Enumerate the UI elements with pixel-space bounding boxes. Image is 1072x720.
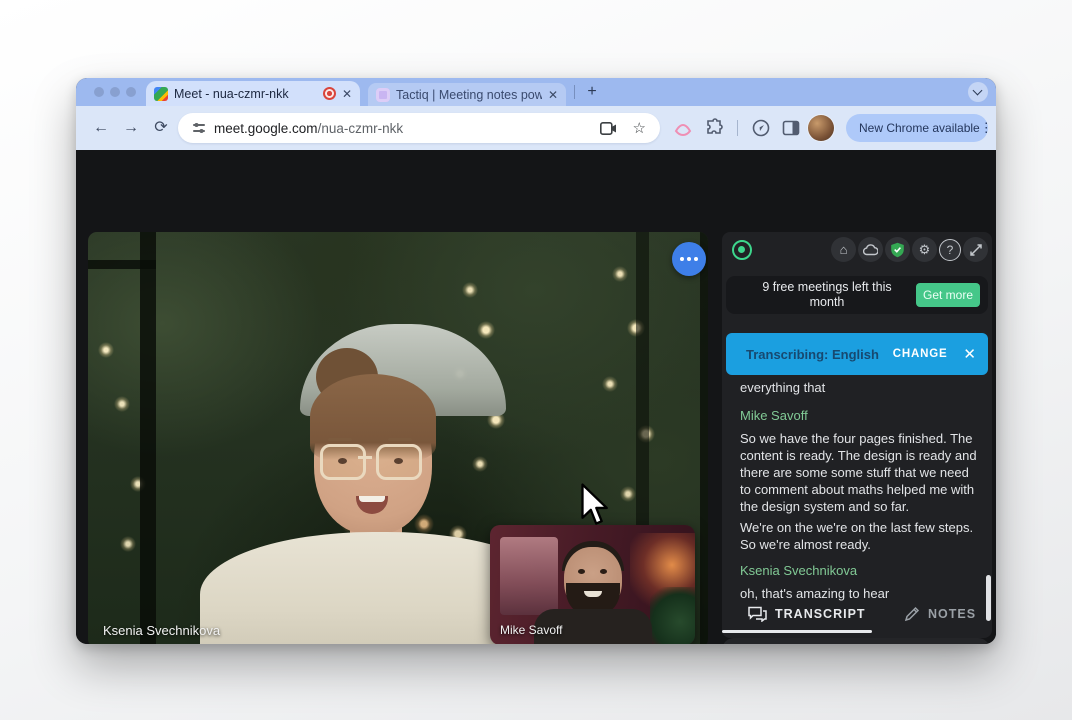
transcript-paragraph: So we have the four pages finished. The … <box>740 430 978 515</box>
tactiq-action-bar <box>722 638 990 644</box>
back-button[interactable]: ← <box>90 117 112 139</box>
scrollbar-thumb[interactable] <box>986 575 991 621</box>
get-more-button[interactable]: Get more <box>916 283 980 307</box>
speaker-name: Ksenia Svechnikova <box>740 563 978 578</box>
url-path: /nua-czmr-nkk <box>318 121 404 136</box>
tab-title: Meet - nua-czmr-nkk <box>174 87 317 101</box>
tab-notes-label: NOTES <box>928 607 976 621</box>
plant-decoration <box>650 587 695 644</box>
privacy-shield-icon[interactable] <box>885 237 910 262</box>
transcribing-label: Transcribing: English <box>746 347 879 362</box>
recording-indicator-icon <box>323 87 336 100</box>
mouse-cursor <box>578 482 610 528</box>
participant-face <box>388 438 412 441</box>
active-tab-underline <box>722 630 872 633</box>
side-panel-icon[interactable] <box>781 118 801 138</box>
tactiq-sidebar: ⌂ ⚙ ? 9 free meetings left this month <box>722 232 992 638</box>
tab-search-button[interactable] <box>968 82 988 102</box>
site-settings-icon[interactable] <box>192 121 206 135</box>
address-bar[interactable]: meet.google.com/nua-czmr-nkk ☆ <box>178 113 660 143</box>
window-frame-decoration <box>88 260 156 269</box>
tactiq-logo-icon <box>732 240 752 260</box>
browser-menu-icon[interactable]: ⋮ <box>980 120 993 136</box>
browsing-status-icon[interactable] <box>751 118 771 138</box>
profile-avatar[interactable] <box>808 115 834 141</box>
tab-transcript-label: TRANSCRIPT <box>775 607 866 621</box>
room-window-decoration <box>500 537 558 615</box>
meet-page: Ksenia Svechnikova Mik <box>76 150 996 644</box>
participant-face <box>338 458 347 464</box>
participant-name-label: Ksenia Svechnikova <box>103 623 220 638</box>
close-tab-icon[interactable]: ✕ <box>548 89 558 101</box>
pip-video-tile[interactable]: Mike Savoff <box>490 525 695 644</box>
close-icon[interactable]: ✕ <box>963 345 976 363</box>
tab-tactiq[interactable]: Tactiq | Meeting notes powe ✕ <box>368 83 566 106</box>
change-language-button[interactable]: CHANGE <box>893 348 948 360</box>
dot-icon <box>680 257 684 261</box>
dot-icon <box>694 257 698 261</box>
update-label: New Chrome available <box>859 121 980 135</box>
browser-window: Meet - nua-czmr-nkk ✕ Tactiq | Meeting n… <box>76 78 996 644</box>
tab-capture-icon[interactable] <box>600 122 617 135</box>
tab-title: Tactiq | Meeting notes powe <box>396 88 542 102</box>
bookmark-star-icon[interactable]: ☆ <box>633 119 646 137</box>
tab-notes[interactable]: NOTES <box>904 606 976 622</box>
url-host: meet.google.com <box>214 121 318 136</box>
dot-icon <box>687 257 691 261</box>
window-zoom-button[interactable] <box>126 87 136 97</box>
meet-favicon-icon <box>154 87 168 101</box>
browser-toolbar: ← → ⟳ meet.google.com/nua-czmr-nkk ☆ <box>76 106 996 150</box>
transcript-paragraph: oh, that's amazing to hear <box>740 585 978 602</box>
desktop: Meet - nua-czmr-nkk ✕ Tactiq | Meeting n… <box>0 0 1072 720</box>
video-edge-decoration <box>700 232 708 644</box>
new-tab-button[interactable]: + <box>582 82 602 102</box>
pencil-icon <box>904 606 920 622</box>
tab-strip: Meet - nua-czmr-nkk ✕ Tactiq | Meeting n… <box>76 78 996 106</box>
window-minimize-button[interactable] <box>110 87 120 97</box>
home-icon[interactable]: ⌂ <box>831 237 856 262</box>
chrome-update-button[interactable]: New Chrome available ⋮ <box>846 114 988 142</box>
tab-meet[interactable]: Meet - nua-czmr-nkk ✕ <box>146 81 360 106</box>
tab-transcript[interactable]: TRANSCRIPT <box>748 606 866 622</box>
close-tab-icon[interactable]: ✕ <box>342 88 352 100</box>
quota-text: 9 free meetings left this month <box>748 280 906 310</box>
participant-face <box>394 458 403 464</box>
chat-bubble-button[interactable] <box>672 242 706 276</box>
chat-icon <box>748 606 767 622</box>
help-icon[interactable]: ? <box>939 239 961 261</box>
url-text: meet.google.com/nua-czmr-nkk <box>214 121 403 136</box>
pip-participant-face <box>600 569 607 574</box>
tactiq-favicon-icon <box>376 88 390 102</box>
forward-button[interactable]: → <box>120 117 142 139</box>
window-close-button[interactable] <box>94 87 104 97</box>
transcript-partial-line: everything that <box>740 379 978 396</box>
transcript-paragraph: We're on the we're on the last few steps… <box>740 519 978 553</box>
collapse-panel-icon[interactable] <box>963 237 988 262</box>
participant-face <box>328 438 352 441</box>
upload-cloud-icon[interactable] <box>858 237 883 262</box>
speaker-name: Mike Savoff <box>740 408 978 423</box>
tab-divider <box>574 85 575 99</box>
glasses-decoration <box>358 456 372 459</box>
chevron-down-icon <box>973 86 983 96</box>
tactiq-extension-icon[interactable] <box>673 118 693 138</box>
settings-gear-icon[interactable]: ⚙ <box>912 237 937 262</box>
extensions-puzzle-icon[interactable] <box>705 118 725 138</box>
transcribing-banner: Transcribing: English CHANGE ✕ <box>726 333 988 375</box>
pip-participant-face <box>578 569 585 574</box>
main-video-tile[interactable]: Ksenia Svechnikova Mik <box>88 232 708 644</box>
participant-face <box>359 496 385 502</box>
reload-button[interactable]: ⟳ <box>150 117 172 139</box>
toolbar-divider <box>737 120 738 136</box>
quota-banner: 9 free meetings left this month Get more <box>726 276 988 314</box>
window-frame-decoration <box>140 232 156 644</box>
pip-name-label: Mike Savoff <box>500 623 562 637</box>
